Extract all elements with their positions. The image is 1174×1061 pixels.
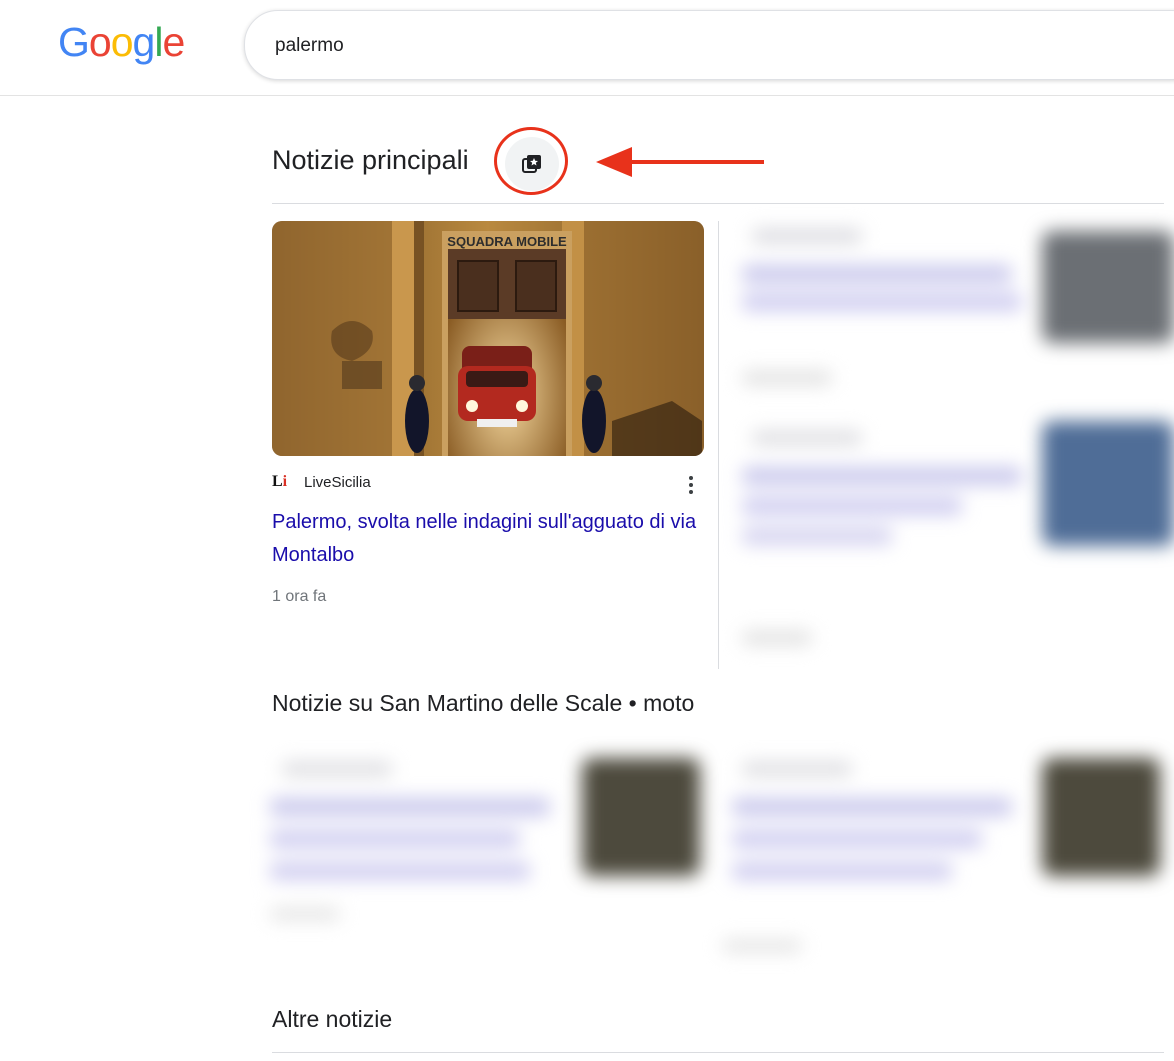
column-divider <box>718 221 719 669</box>
search-box[interactable] <box>244 10 1174 80</box>
topic-news-title: Notizie su San Martino delle Scale • mot… <box>272 690 695 716</box>
google-logo[interactable]: Google <box>58 16 185 68</box>
logo-letter: o <box>110 19 134 65</box>
sign-text: SQUADRA MOBILE <box>447 234 567 249</box>
more-news-title: Altre notizie <box>272 1006 393 1032</box>
story-thumbnail[interactable]: SQUADRA MOBILE <box>272 221 704 456</box>
logo-letter: l <box>154 19 163 65</box>
logo-letter: o <box>88 19 112 65</box>
story-source[interactable]: Li LiveSicilia <box>272 472 371 492</box>
story-time: 1 ora fa <box>272 588 327 605</box>
top-news-title: Notizie principali <box>272 145 469 175</box>
logo-letter: g <box>132 19 156 65</box>
police-building-image: SQUADRA MOBILE <box>272 221 704 456</box>
header-bar: Google <box>0 0 1174 96</box>
blurred-stories-right <box>742 221 1174 716</box>
logo-letter: e <box>162 19 185 65</box>
logo-letter: G <box>58 19 90 65</box>
news-collection-button[interactable] <box>505 137 559 191</box>
source-name: LiveSicilia <box>304 473 371 491</box>
search-input[interactable] <box>273 31 1077 61</box>
annotation-arrow <box>596 147 764 177</box>
story-headline-link[interactable]: Palermo, svolta nelle indagini sull'aggu… <box>272 506 712 572</box>
news-collection-star-icon <box>522 155 541 173</box>
blurred-topic-stories <box>262 740 1174 965</box>
livesicilia-logo-icon: Li <box>272 473 288 490</box>
more-options-icon[interactable] <box>682 474 700 496</box>
section-divider <box>272 203 1164 204</box>
bottom-divider <box>272 1052 1164 1053</box>
